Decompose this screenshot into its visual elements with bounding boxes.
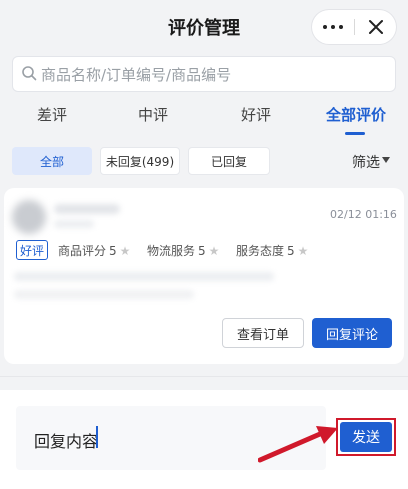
search-input[interactable]: 商品名称/订单编号/商品编号 (12, 56, 396, 92)
text-caret (96, 426, 98, 448)
rating-logistics: 物流服务 5 ★ (147, 242, 219, 259)
blurred-review-text (14, 290, 194, 299)
rating-score: 5 (109, 243, 117, 258)
star-icon: ★ (119, 243, 131, 258)
reply-comment-button[interactable]: 回复评论 (312, 318, 392, 348)
divider (0, 376, 408, 377)
avatar (12, 200, 46, 234)
filter-chip-unreplied[interactable]: 未回复(499) (100, 147, 180, 175)
filter-chip-all[interactable]: 全部 (12, 147, 92, 175)
review-date: 02/12 01:16 (330, 208, 397, 221)
arrow-annotation-icon (257, 420, 344, 468)
reply-input-value: 回复内容 (34, 432, 99, 451)
view-order-button[interactable]: 查看订单 (222, 318, 304, 348)
rating-label: 服务态度 (236, 244, 285, 258)
more-icon[interactable] (312, 10, 354, 44)
rating-service: 服务态度 5 ★ (236, 242, 308, 259)
blurred-subtitle (54, 220, 94, 228)
search-icon (21, 65, 37, 85)
active-tab-indicator (345, 132, 365, 135)
tab-neutral[interactable]: 中评 (113, 104, 193, 125)
tab-good[interactable]: 好评 (216, 104, 296, 125)
search-placeholder: 商品名称/订单编号/商品编号 (41, 66, 232, 84)
rating-score: 5 (198, 243, 206, 258)
close-icon[interactable] (355, 10, 396, 44)
filter-chip-replied[interactable]: 已回复 (188, 147, 270, 175)
rating-product: 商品评分 5 ★ (58, 242, 130, 259)
rating-score: 5 (287, 243, 295, 258)
rating-label: 商品评分 (58, 244, 107, 258)
tab-bad[interactable]: 差评 (12, 104, 92, 125)
star-icon: ★ (297, 243, 309, 258)
rating-label: 物流服务 (147, 244, 196, 258)
tab-all[interactable]: 全部评价 (316, 104, 396, 125)
star-icon: ★ (208, 243, 220, 258)
review-tag-good: 好评 (16, 240, 48, 260)
send-button[interactable]: 发送 (340, 422, 392, 452)
caret-down-icon[interactable] (382, 157, 390, 163)
blurred-username (54, 204, 120, 214)
blurred-review-text (14, 272, 274, 281)
filter-button[interactable]: 筛选 (352, 152, 380, 172)
mini-program-capsule (312, 10, 396, 44)
